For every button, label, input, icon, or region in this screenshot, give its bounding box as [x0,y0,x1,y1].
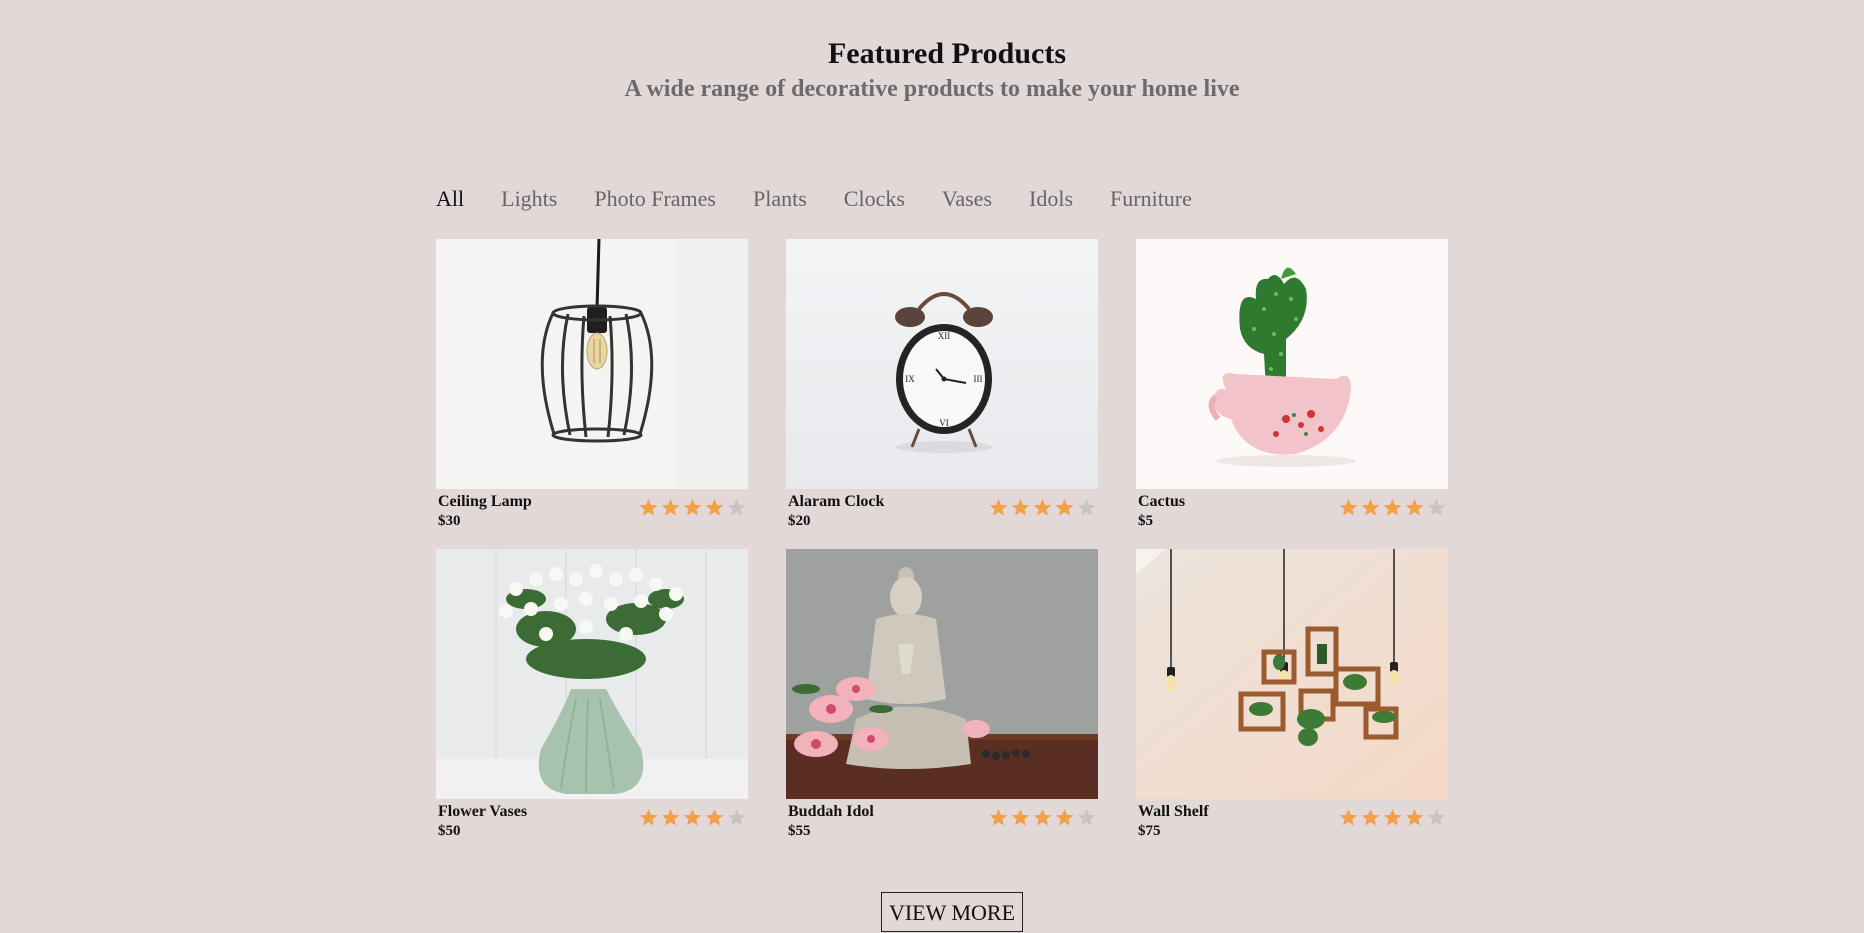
svg-text:III: III [974,374,983,384]
filter-tab-clocks[interactable]: Clocks [844,182,905,216]
product-info: Ceiling Lamp $30 [436,489,748,535]
product-price: $50 [438,823,461,839]
star-filled-icon [683,808,702,826]
star-filled-icon [989,498,1008,516]
star-filled-icon [1033,808,1052,826]
star-filled-icon [1405,808,1424,826]
product-name[interactable]: Ceiling Lamp [438,493,532,511]
star-filled-icon [1055,498,1074,516]
star-filled-icon [1361,808,1380,826]
product-card[interactable]: Buddah Idol $55 [786,549,1098,845]
product-card[interactable]: Ceiling Lamp $30 [436,239,748,535]
product-image-buddah-idol[interactable] [786,549,1098,799]
star-filled-icon [639,808,658,826]
product-price: $30 [438,513,461,529]
filter-tab-idols[interactable]: Idols [1029,182,1073,216]
star-filled-icon [705,498,724,516]
svg-text:IX: IX [905,374,915,384]
star-filled-icon [705,808,724,826]
product-image-cactus[interactable] [1136,239,1448,489]
star-filled-icon [1339,498,1358,516]
product-image-ceiling-lamp[interactable] [436,239,748,489]
filter-tab-plants[interactable]: Plants [753,182,807,216]
flower-vases-image [436,549,748,799]
product-info: Buddah Idol $55 [786,799,1098,845]
product-image-alarm-clock[interactable]: XII VI IX III [786,239,1098,489]
star-filled-icon [1011,498,1030,516]
star-filled-icon [1011,808,1030,826]
product-name[interactable]: Alaram Clock [788,493,884,511]
product-price: $55 [788,823,811,839]
star-filled-icon [1033,498,1052,516]
filter-tab-lights[interactable]: Lights [501,182,557,216]
page-title: Featured Products [827,37,1067,70]
star-filled-icon [1383,808,1402,826]
star-filled-icon [661,808,680,826]
product-card[interactable]: Cactus $5 [1136,239,1448,535]
star-filled-icon [1055,808,1074,826]
product-card[interactable]: Wall Shelf $75 [1136,549,1448,845]
star-rating [989,808,1096,827]
star-filled-icon [1405,498,1424,516]
star-filled-icon [989,808,1008,826]
star-empty-icon [1427,808,1446,826]
product-info: Alaram Clock $20 [786,489,1098,535]
product-info: Cactus $5 [1136,489,1448,535]
alarm-clock-image: XII VI IX III [786,239,1098,489]
star-filled-icon [683,498,702,516]
product-name[interactable]: Buddah Idol [788,803,874,821]
star-filled-icon [1339,808,1358,826]
cactus-image [1136,239,1448,489]
star-empty-icon [1077,808,1096,826]
product-price: $20 [788,513,811,529]
product-price: $75 [1138,823,1161,839]
star-empty-icon [727,498,746,516]
star-rating [639,808,746,827]
star-filled-icon [1383,498,1402,516]
product-grid: Ceiling Lamp $30 XII VI IX III Alaram Cl… [436,239,1448,845]
product-name[interactable]: Flower Vases [438,803,527,821]
category-filter-tabs: All Lights Photo Frames Plants Clocks Va… [436,182,1229,216]
product-info: Wall Shelf $75 [1136,799,1448,845]
product-card[interactable]: XII VI IX III Alaram Clock $20 [786,239,1098,535]
view-more-button[interactable]: VIEW MORE [881,892,1023,932]
page-subtitle: A wide range of decorative products to m… [624,76,1240,102]
svg-text:XII: XII [938,331,951,341]
filter-tab-vases[interactable]: Vases [942,182,992,216]
star-rating [1339,498,1446,517]
product-card[interactable]: Flower Vases $50 [436,549,748,845]
ceiling-lamp-image [436,239,748,489]
star-rating [1339,808,1446,827]
product-info: Flower Vases $50 [436,799,748,845]
star-rating [989,498,1096,517]
svg-text:VI: VI [939,418,949,428]
star-filled-icon [1361,498,1380,516]
star-empty-icon [727,808,746,826]
product-name[interactable]: Cactus [1138,493,1185,511]
filter-tab-photo-frames[interactable]: Photo Frames [594,182,716,216]
star-filled-icon [661,498,680,516]
product-name[interactable]: Wall Shelf [1138,803,1209,821]
section-header: Featured Products A wide range of decora… [0,34,1864,104]
wall-shelf-image [1136,549,1448,799]
product-image-wall-shelf[interactable] [1136,549,1448,799]
star-filled-icon [639,498,658,516]
buddah-idol-image [786,549,1098,799]
star-rating [639,498,746,517]
filter-tab-furniture[interactable]: Furniture [1110,182,1192,216]
product-price: $5 [1138,513,1153,529]
star-empty-icon [1077,498,1096,516]
product-image-flower-vases[interactable] [436,549,748,799]
star-empty-icon [1427,498,1446,516]
filter-tab-all[interactable]: All [436,182,464,216]
